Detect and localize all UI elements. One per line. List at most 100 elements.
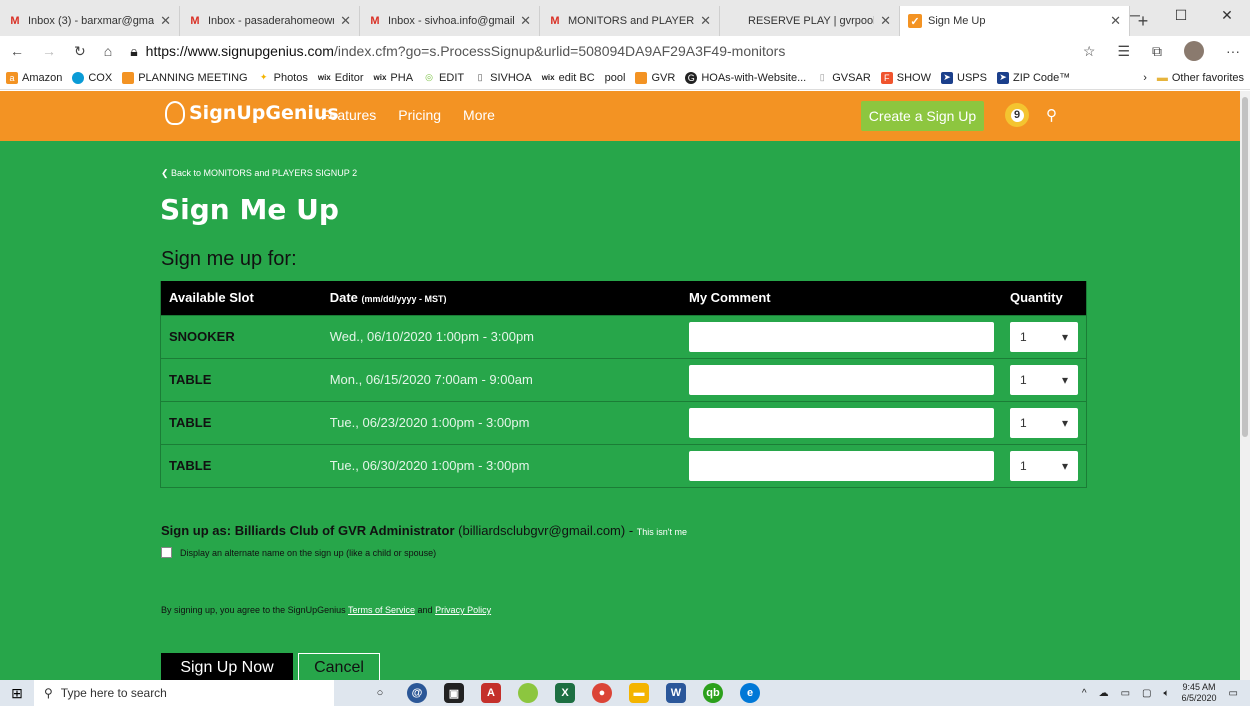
onedrive-icon[interactable]: ☁ [1099, 688, 1109, 699]
billiard-ball-avatar[interactable]: 9 [1005, 103, 1029, 127]
close-tab-icon[interactable]: ✕ [700, 13, 711, 29]
forward-arrow-icon[interactable]: → [42, 43, 56, 59]
refresh-icon[interactable]: ↻ [74, 43, 86, 60]
gmail-icon: M [370, 15, 380, 27]
more-options-icon[interactable]: ··· [1226, 43, 1240, 59]
battery-icon[interactable]: ▭ [1121, 688, 1130, 699]
bookmark-item[interactable]: wix PHA [374, 72, 414, 84]
terms-link[interactable]: Terms of Service [348, 605, 415, 615]
comment-input[interactable] [688, 364, 994, 395]
file-explorer-icon[interactable]: ▬ [629, 683, 649, 703]
chevron-up-icon[interactable]: ^ [1082, 688, 1087, 699]
bookmark-item[interactable]: F SHOW [880, 71, 931, 84]
edge-icon[interactable]: e [740, 683, 760, 703]
bookmark-item[interactable]: a Amazon [6, 71, 62, 84]
bookmark-item[interactable]: ➤ USPS [941, 71, 987, 84]
signupgenius-logo[interactable]: SignUpGenius [165, 101, 339, 125]
nav-pricing[interactable]: Pricing [398, 107, 441, 123]
network-icon[interactable]: ▢ [1142, 688, 1151, 699]
acrobat-icon[interactable]: A [481, 683, 501, 703]
create-signup-button[interactable]: Create a Sign Up [861, 101, 984, 131]
collections-icon[interactable]: ⧉ [1152, 43, 1162, 60]
browser-tab-strip: M Inbox (3) - barxmar@gmail.c ✕ M Inbox - p… [0, 0, 1250, 36]
windows-start-icon[interactable]: ⊞ [0, 680, 34, 706]
page-scrollbar[interactable] [1240, 91, 1250, 680]
comment-input[interactable] [688, 321, 994, 352]
not-me-link[interactable]: This isn't me [637, 527, 687, 537]
alternate-name-option[interactable]: Display an alternate name on the sign up… [161, 547, 436, 558]
chevron-right-icon[interactable]: › [1143, 72, 1147, 84]
close-tab-icon[interactable]: ✕ [160, 13, 171, 29]
cortana-icon[interactable]: ○ [370, 683, 390, 703]
photos-icon: ✦ [259, 72, 268, 82]
table-row: TABLE Tue., 06/30/2020 1:00pm - 3:00pm 1… [160, 443, 1087, 488]
nav-features[interactable]: Features [321, 107, 376, 123]
comment-input[interactable] [688, 407, 994, 438]
back-link[interactable]: ❮ Back to MONITORS and PLAYERS SIGNUP 2 [161, 168, 357, 179]
close-tab-icon[interactable]: ✕ [520, 13, 531, 29]
store-icon[interactable]: ▣ [444, 683, 464, 703]
home-icon[interactable]: ⌂ [104, 43, 112, 59]
window-controls: ─ ☐ ✕ [1112, 0, 1250, 30]
browser-tab-active[interactable]: ✓ Sign Me Up ✕ [900, 6, 1130, 36]
notifications-icon[interactable]: ▭ [1229, 688, 1238, 699]
quantity-select[interactable]: 1 ▾ [1010, 407, 1078, 438]
taskbar-search[interactable]: ⚲ Type here to search [34, 680, 334, 706]
profile-avatar[interactable] [1184, 41, 1204, 61]
comment-input[interactable] [688, 450, 994, 481]
amazon-icon: a [6, 71, 18, 84]
chrome-icon[interactable]: ● [592, 683, 612, 703]
browser-tab[interactable]: M Inbox - pasaderahomeowner ✕ [180, 6, 360, 36]
address-bar[interactable]: 🔒︎ https://www.signupgenius.com/index.cf… [130, 43, 1065, 60]
column-header-slot: Available Slot [160, 281, 322, 315]
bookmark-item[interactable]: pool [605, 72, 626, 84]
close-window-icon[interactable]: ✕ [1204, 0, 1250, 30]
wix-icon: wix [373, 73, 387, 82]
app-icon[interactable]: @ [407, 683, 427, 703]
back-arrow-icon[interactable]: ← [10, 43, 24, 59]
browser-tab[interactable]: M Inbox (3) - barxmar@gmail.c ✕ [0, 6, 180, 36]
privacy-link[interactable]: Privacy Policy [435, 605, 491, 615]
sign-up-now-button[interactable]: Sign Up Now [161, 653, 293, 680]
minimize-icon[interactable]: ─ [1112, 0, 1158, 30]
hoa-icon: G [685, 71, 698, 84]
bookmark-item[interactable]: ◎ EDIT [423, 72, 464, 84]
bookmark-item[interactable]: G HOAs-with-Website... [685, 71, 806, 84]
bookmark-item[interactable]: wix Editor [318, 72, 364, 84]
scrollbar-thumb[interactable] [1242, 97, 1248, 437]
search-icon[interactable]: ⚲ [1046, 106, 1057, 124]
system-tray: ^ ☁ ▭ ▢ 🔈︎ 9:45 AM 6/5/2020 ▭ [1082, 680, 1250, 706]
clock[interactable]: 9:45 AM 6/5/2020 [1182, 682, 1217, 704]
browser-tab[interactable]: MInbox - sivhoa.info@gmail.co✕ [360, 6, 540, 36]
excel-icon[interactable]: X [555, 683, 575, 703]
quantity-select[interactable]: 1 ▾ [1010, 321, 1078, 352]
favorite-star-icon[interactable]: ☆ [1083, 43, 1096, 60]
bookmark-item[interactable]: PLANNING MEETING [122, 71, 248, 84]
bookmark-item[interactable]: COX [72, 71, 112, 84]
app-icon[interactable] [518, 683, 538, 703]
close-tab-icon[interactable]: ✕ [340, 13, 351, 29]
favorites-list-icon[interactable]: ☰ [1117, 43, 1130, 60]
bookmark-item[interactable]: GVR [635, 71, 675, 84]
browser-tab[interactable]: MMONITORS and PLAYERS SIG✕ [540, 6, 720, 36]
other-favorites[interactable]: ▬ Other favorites [1157, 72, 1244, 84]
cancel-button[interactable]: Cancel [298, 653, 380, 680]
gvr-icon [122, 71, 135, 84]
nav-more[interactable]: More [463, 107, 495, 123]
quantity-select[interactable]: 1 ▾ [1010, 450, 1078, 481]
bookmark-item[interactable]: ▯ GVSAR [816, 72, 871, 84]
bookmark-item[interactable]: wix edit BC [542, 72, 595, 84]
close-tab-icon[interactable]: ✕ [880, 13, 891, 29]
quantity-select[interactable]: 1 ▾ [1010, 364, 1078, 395]
maximize-icon[interactable]: ☐ [1158, 0, 1204, 30]
bookmark-item[interactable]: ✦ Photos [258, 72, 308, 84]
word-icon[interactable]: W [666, 683, 686, 703]
quickbooks-icon[interactable]: qb [703, 683, 723, 703]
browser-tab[interactable]: RESERVE PLAY | gvrpool ✕ [720, 6, 900, 36]
bookmark-item[interactable]: ➤ ZIP Code™ [996, 71, 1070, 84]
alternate-name-checkbox[interactable] [161, 547, 172, 558]
lock-icon: 🔒︎ [130, 42, 138, 59]
volume-icon[interactable]: 🔈︎ [1164, 688, 1170, 699]
bookmark-item[interactable]: ▯ SIVHOA [474, 72, 532, 84]
document-icon: ▯ [477, 72, 483, 82]
